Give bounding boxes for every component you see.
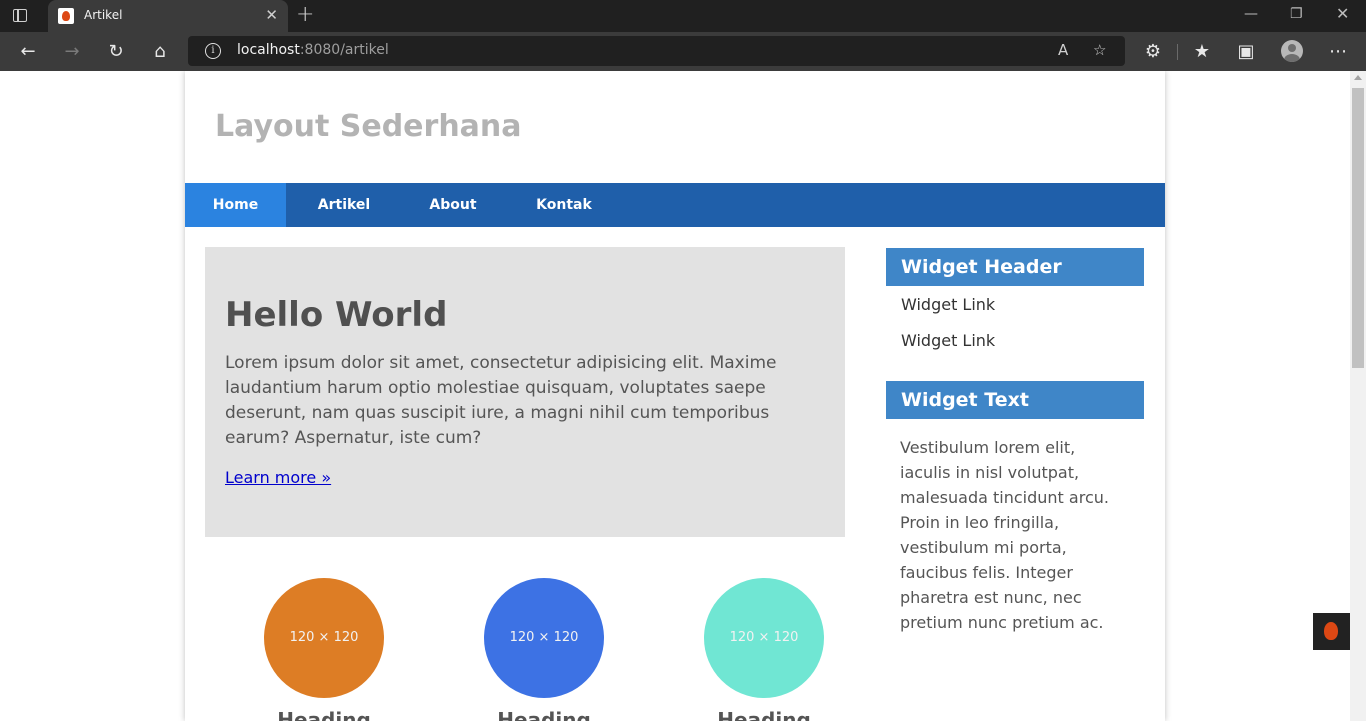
widget-header: Widget Header: [886, 248, 1144, 286]
collections-icon[interactable]: ▣: [1234, 40, 1258, 64]
hero-text: Lorem ipsum dolor sit amet, consectetur …: [225, 353, 777, 448]
scrollbar-thumb[interactable]: [1352, 88, 1364, 368]
codeigniter-debug-toolbar-icon[interactable]: [1313, 613, 1350, 650]
nav-item-kontak[interactable]: Kontak: [504, 183, 624, 227]
browser-tab-bar: Artikel ✕ + — ❐ ✕: [0, 0, 1366, 32]
card-heading-2: Heading: [497, 708, 591, 721]
nav-item-home[interactable]: Home: [185, 183, 286, 227]
forward-icon[interactable]: →: [60, 40, 84, 64]
favorites-icon[interactable]: ★: [1190, 40, 1214, 64]
nav-item-about[interactable]: About: [402, 183, 504, 227]
tab-title: Artikel: [84, 8, 123, 22]
site-title: Layout Sederhana: [215, 109, 522, 144]
profile-avatar[interactable]: [1281, 40, 1303, 62]
hero-title: Hello World: [225, 295, 448, 335]
site-info-icon[interactable]: i: [205, 43, 221, 59]
minimize-window-button[interactable]: —: [1244, 6, 1258, 22]
url-text[interactable]: localhost:8080/artikel: [237, 42, 389, 58]
restore-window-button[interactable]: ❐: [1290, 6, 1303, 22]
page-container: Layout Sederhana Home Artikel About Kont…: [185, 71, 1165, 721]
address-bar[interactable]: i localhost:8080/artikel A ☆: [188, 36, 1125, 66]
toolbar-divider: [1177, 44, 1178, 60]
page-scrollbar[interactable]: [1350, 71, 1366, 721]
new-tab-button[interactable]: +: [296, 4, 314, 26]
widget-text-header: Widget Text: [886, 381, 1144, 419]
learn-more-link[interactable]: Learn more »: [225, 468, 331, 487]
extensions-icon[interactable]: ⚙: [1141, 40, 1165, 64]
nav-item-artikel[interactable]: Artikel: [286, 183, 402, 227]
back-icon[interactable]: ←: [16, 40, 40, 64]
reload-icon[interactable]: ↻: [104, 40, 128, 64]
url-host: localhost: [237, 42, 300, 58]
home-icon[interactable]: ⌂: [148, 40, 172, 64]
card-heading-3: Heading: [717, 708, 811, 721]
widget-text-body: Vestibulum lorem elit, iaculis in nisl v…: [900, 438, 1109, 632]
tab-actions-icon[interactable]: [12, 7, 32, 25]
card-image-1: 120 × 120: [264, 578, 384, 698]
close-tab-icon[interactable]: ✕: [265, 7, 278, 23]
widget-link-1[interactable]: Widget Link: [901, 295, 995, 314]
browser-tab[interactable]: Artikel ✕: [48, 0, 288, 32]
page-viewport: Layout Sederhana Home Artikel About Kont…: [0, 71, 1350, 721]
close-window-button[interactable]: ✕: [1336, 4, 1349, 23]
add-favorite-icon[interactable]: ☆: [1093, 41, 1106, 59]
codeigniter-favicon-icon: [58, 8, 74, 24]
more-menu-icon[interactable]: ⋯: [1326, 40, 1350, 64]
read-aloud-icon[interactable]: A: [1058, 41, 1068, 59]
scroll-up-arrow-icon[interactable]: [1354, 75, 1362, 80]
card-image-2: 120 × 120: [484, 578, 604, 698]
browser-toolbar: ← → ↻ ⌂ i localhost:8080/artikel A ☆ ⚙ ★…: [0, 32, 1366, 71]
card-image-3: 120 × 120: [704, 578, 824, 698]
main-nav: Home Artikel About Kontak: [185, 183, 1165, 227]
url-path: :8080/artikel: [299, 42, 389, 58]
card-heading-1: Heading: [277, 708, 371, 721]
widget-link-2[interactable]: Widget Link: [901, 331, 995, 350]
hero-jumbotron: Hello World Lorem ipsum dolor sit amet, …: [205, 247, 845, 537]
